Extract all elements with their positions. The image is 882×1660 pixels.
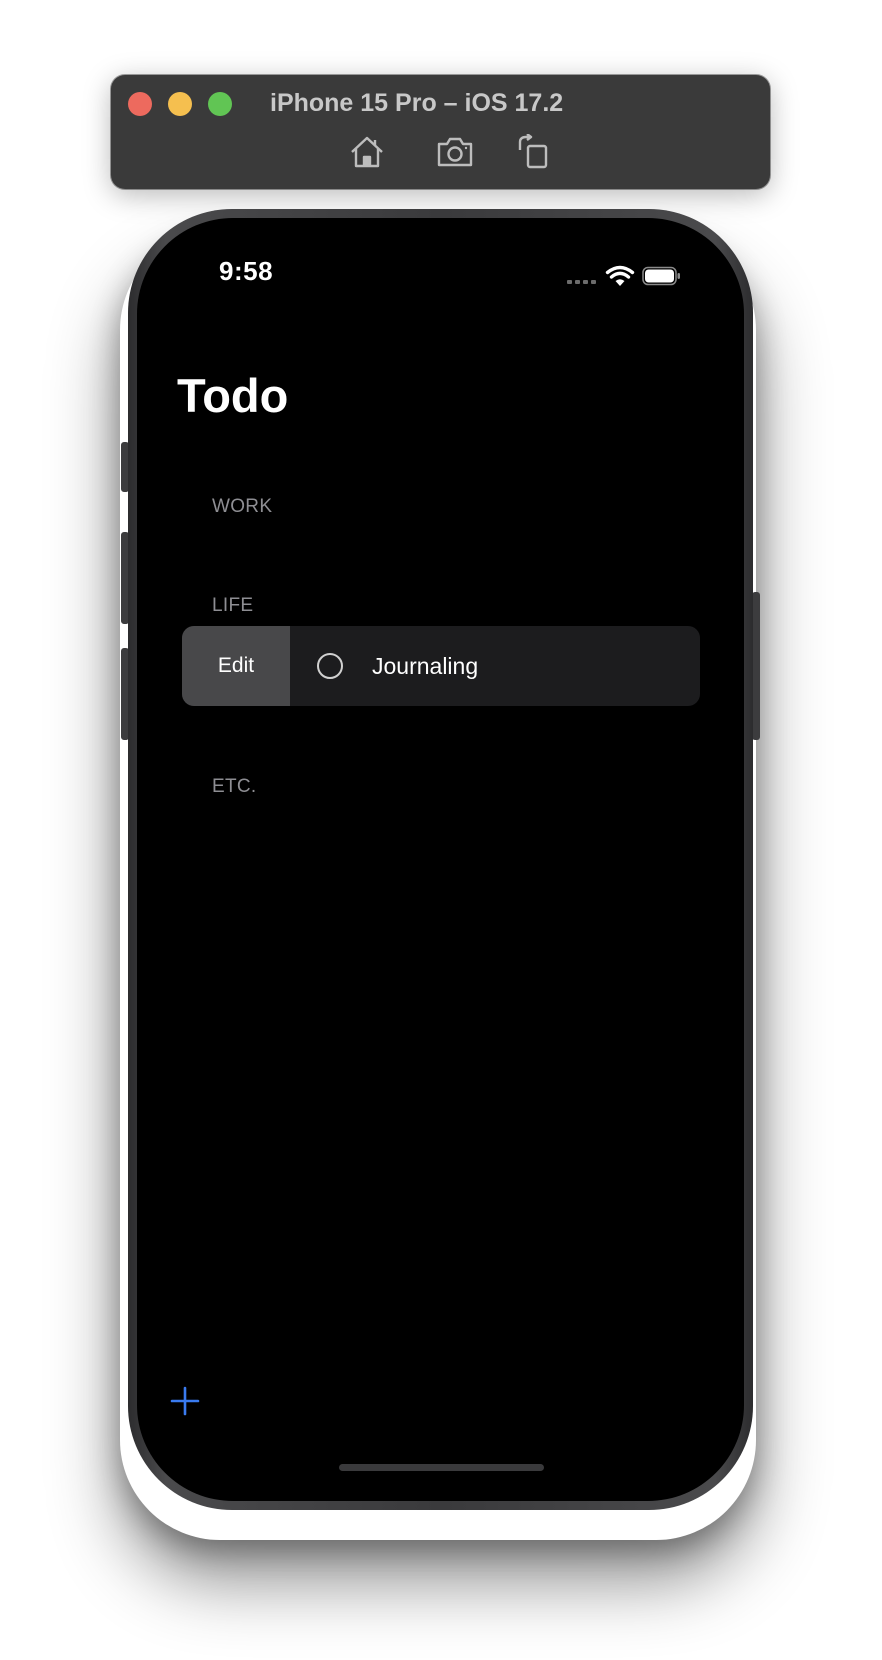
checkbox-circle-icon[interactable] [317,653,343,679]
wifi-icon [605,265,635,287]
section-header-life: LIFE [212,595,254,616]
screenshot-icon[interactable] [435,134,475,170]
section-header-etc: ETC. [212,776,257,797]
battery-icon [642,266,682,286]
window-minimize-button[interactable] [168,92,192,116]
window-close-button[interactable] [128,92,152,116]
power-button [752,592,760,740]
todo-label: Journaling [372,653,479,679]
simulator-title: iPhone 15 Pro – iOS 17.2 [270,89,564,117]
window-zoom-button[interactable] [208,92,232,116]
phone-screen: 9:58 Todo WORK LIFE Edit Journaling ETC. [137,218,744,1501]
home-icon[interactable] [347,134,387,170]
status-time: 9:58 [219,256,274,286]
edit-swipe-button[interactable]: Edit [182,626,290,706]
todo-row[interactable]: Edit Journaling [182,626,700,706]
page-title: Todo [177,369,289,422]
rotate-icon[interactable] [514,134,554,170]
simulator-stage: iPhone 15 Pro – iOS 17.2 9:58 Todo WORK … [0,0,882,1660]
plus-icon[interactable] [170,1386,200,1416]
section-header-work: WORK [212,496,273,517]
cellular-signal-icon [567,280,597,284]
home-indicator[interactable] [339,1464,544,1471]
